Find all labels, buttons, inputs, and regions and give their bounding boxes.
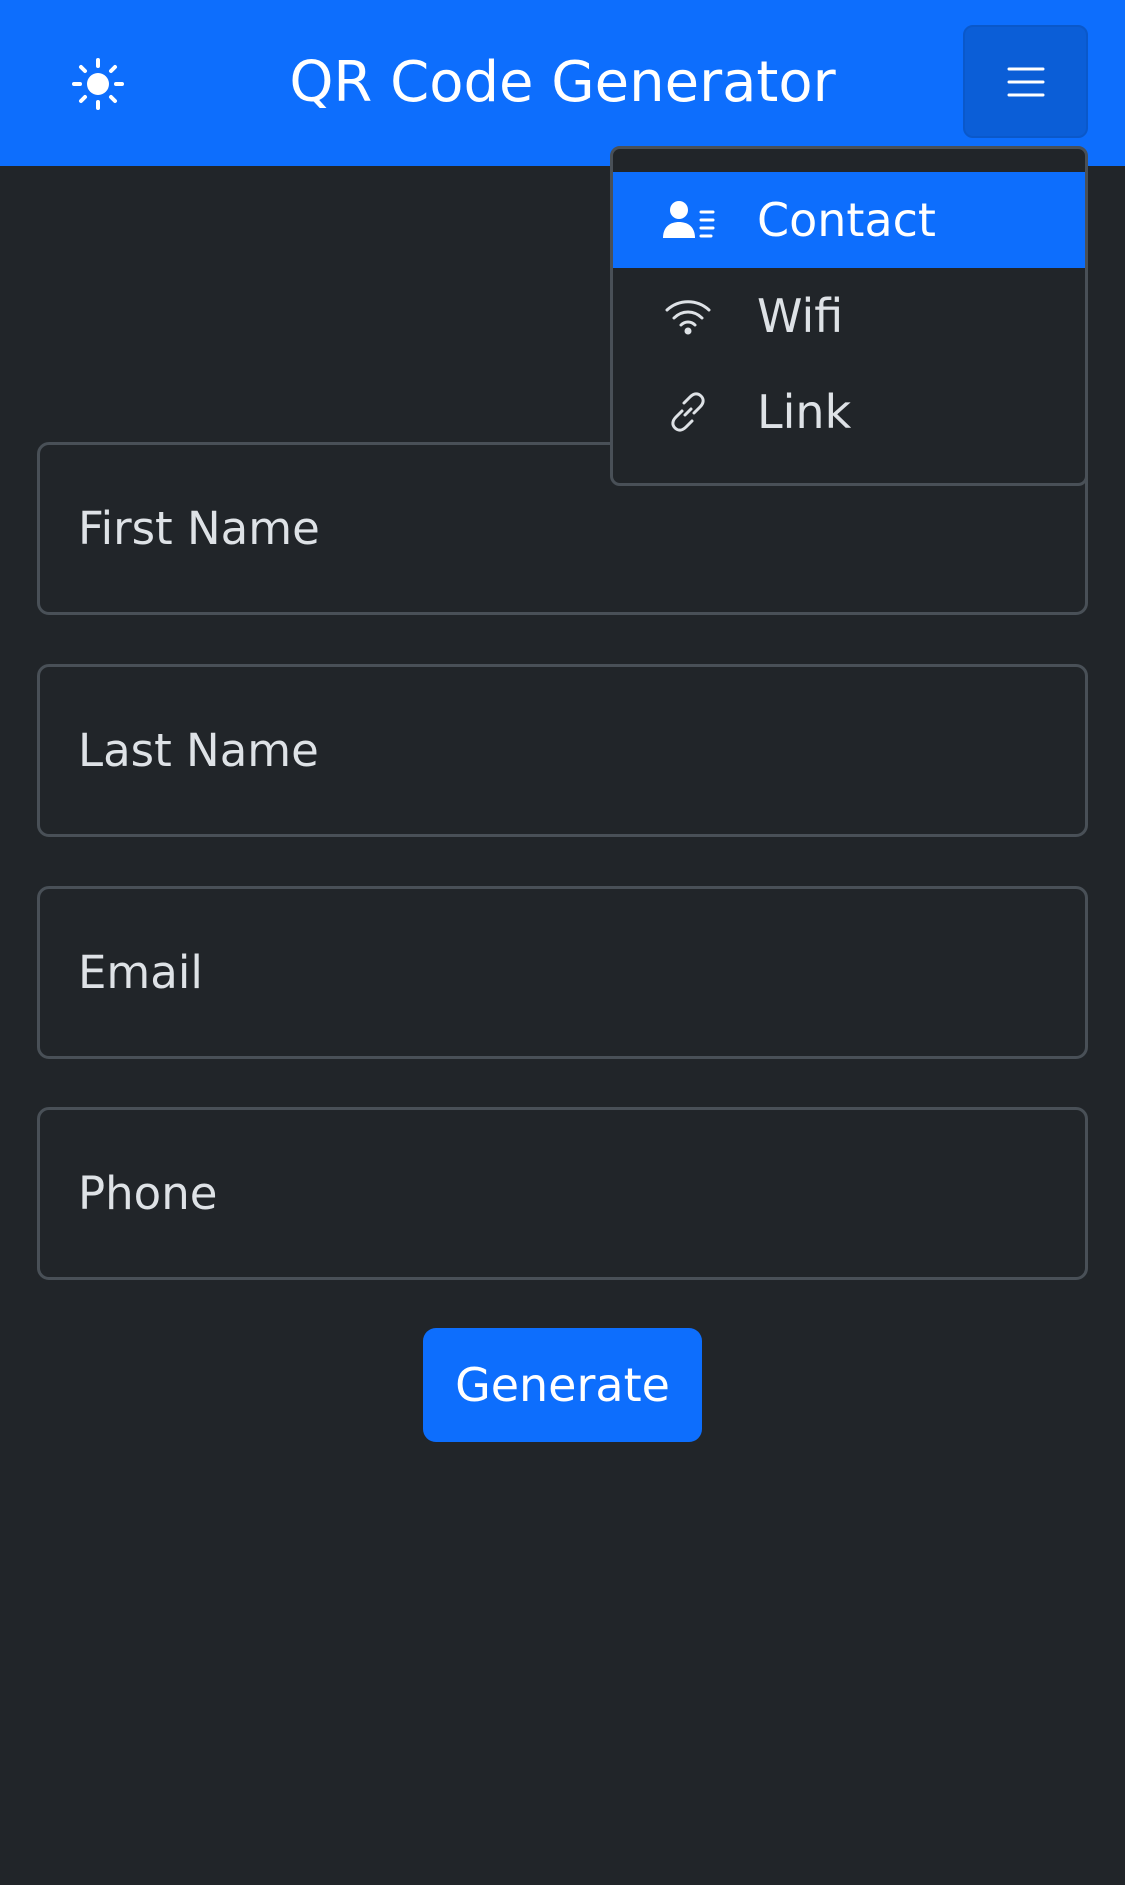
wifi-icon: [661, 289, 715, 343]
email-field[interactable]: [37, 886, 1088, 1059]
menu-toggle-button[interactable]: [963, 25, 1088, 138]
phone-field[interactable]: [37, 1107, 1088, 1280]
contact-card-icon: [661, 193, 715, 247]
menu-item-wifi[interactable]: Wifi: [613, 268, 1085, 364]
generate-button[interactable]: Generate: [423, 1328, 702, 1442]
link-icon: [661, 385, 715, 439]
menu-item-label: Contact: [757, 193, 936, 247]
menu-item-label: Wifi: [757, 289, 844, 343]
menu-item-contact[interactable]: Contact: [613, 172, 1085, 268]
qr-type-dropdown-menu: Contact Wifi Link: [610, 146, 1088, 486]
sun-icon: [72, 58, 124, 110]
menu-item-label: Link: [757, 385, 852, 439]
theme-toggle-button[interactable]: [66, 52, 130, 116]
top-navbar: QR Code Generator: [0, 0, 1125, 166]
menu-item-link[interactable]: Link: [613, 364, 1085, 460]
hamburger-menu-icon: [1007, 67, 1044, 96]
last-name-field[interactable]: [37, 664, 1088, 837]
app-title: QR Code Generator: [289, 50, 836, 115]
